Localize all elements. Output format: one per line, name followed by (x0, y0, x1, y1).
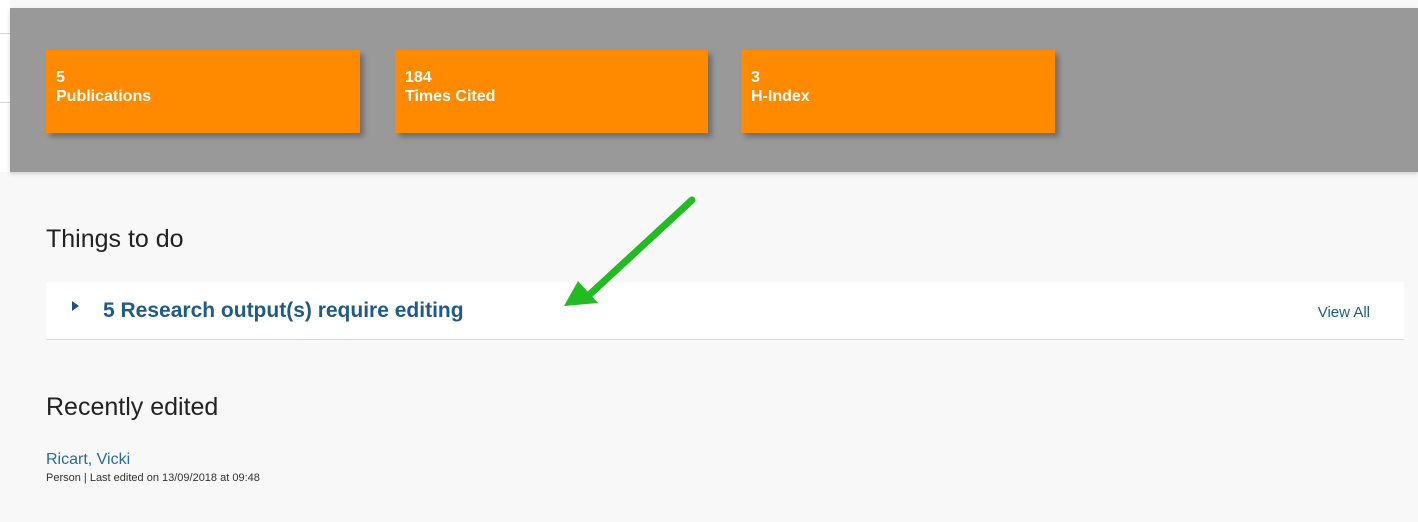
recent-item-meta: Person | Last edited on 13/09/2018 at 09… (46, 472, 260, 484)
metric-card-h-index[interactable]: 3 H-Index (741, 50, 1055, 133)
todo-item: 5 Research output(s) require editing Vie… (46, 282, 1404, 340)
divider (0, 102, 10, 103)
metric-value: 184 (405, 69, 432, 86)
metric-value: 5 (56, 69, 65, 86)
metric-label: Times Cited (405, 88, 496, 105)
things-to-do-heading: Things to do (46, 225, 184, 253)
metric-card-publications[interactable]: 5 Publications (46, 50, 360, 133)
left-edge (0, 0, 10, 172)
metric-card-times-cited[interactable]: 184 Times Cited (395, 50, 708, 133)
recent-item-link[interactable]: Ricart, Vicki (46, 451, 130, 469)
view-all-link[interactable]: View All (1318, 304, 1370, 321)
caret-right-icon[interactable] (72, 301, 79, 311)
metric-label: H-Index (751, 88, 810, 105)
divider (0, 33, 10, 34)
recently-edited-heading: Recently edited (46, 393, 219, 421)
metrics-band: 5 Publications 184 Times Cited 3 H-Index (10, 8, 1418, 172)
research-output-editing-link[interactable]: 5 Research output(s) require editing (103, 299, 464, 323)
metric-value: 3 (751, 69, 760, 86)
metric-label: Publications (56, 88, 152, 105)
